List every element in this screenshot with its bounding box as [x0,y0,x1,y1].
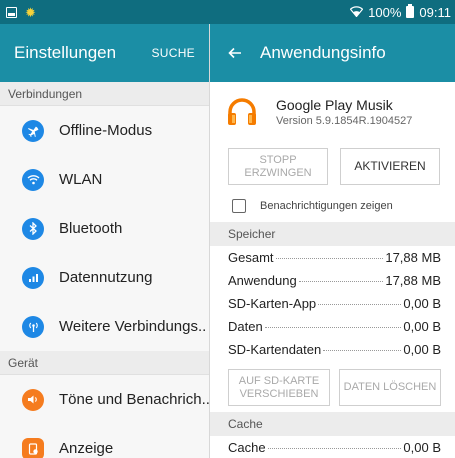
cache-value: 0,00 B [403,440,441,455]
settings-header: Einstellungen SUCHE [0,24,209,82]
menu-item-bluetooth[interactable]: Bluetooth [0,204,209,253]
storage-label: SD-Kartendaten [228,342,322,357]
clear-data-button[interactable]: DATEN LÖSCHEN [339,369,441,406]
storage-row-sd-app: SD-Karten-App 0,00 B [210,296,455,319]
menu-label: Anzeige [59,440,114,457]
storage-label: SD-Karten-App [228,296,317,311]
menu-item-display[interactable]: Anzeige [0,424,209,458]
status-bar: ✹ 100% 09:11 [0,0,455,24]
menu-label: Töne und Benachrich.. [59,391,210,408]
activate-label: AKTIVIEREN [354,159,426,173]
bluetooth-icon [22,217,44,240]
storage-label: Daten [228,319,263,334]
app-summary: Google Play Musik Version 5.9.1854R.1904… [210,82,455,148]
clock: 09:11 [419,4,451,20]
section-header-storage: Speicher [210,222,455,246]
airplane-icon [22,119,44,142]
search-button[interactable]: SUCHE [151,46,195,60]
menu-label: Weitere Verbindungs.. [59,318,207,335]
display-icon [22,437,44,458]
data-usage-icon [22,266,44,289]
leader-dots [323,350,402,351]
sound-icon [22,388,44,411]
menu-item-offline-mode[interactable]: Offline-Modus [0,106,209,155]
menu-item-wlan[interactable]: WLAN [0,155,209,204]
back-arrow-icon[interactable] [228,43,242,64]
cache-list: Cache 0,00 B [210,436,455,458]
app-name: Google Play Musik [276,97,393,113]
menu-label: Datennutzung [59,269,153,286]
storage-label: Anwendung [228,273,297,288]
storage-label: Gesamt [228,250,274,265]
headphones-icon [226,96,258,128]
clear-data-label: DATEN LÖSCHEN [343,381,437,393]
battery-percent: 100% [368,4,402,20]
notifications-toggle[interactable]: Benachrichtigungen zeigen [210,189,455,222]
force-stop-button[interactable]: STOPP ERZWINGEN [228,148,328,185]
settings-title: Einstellungen [14,43,117,62]
move-to-sd-button[interactable]: AUF SD-KARTE VERSCHIEBEN [228,369,330,406]
gallery-icon [6,6,17,18]
storage-value: 17,88 MB [385,273,441,288]
more-connections-icon [22,315,44,338]
storage-row-total: Gesamt 17,88 MB [210,250,455,273]
force-stop-label: STOPP ERZWINGEN [244,153,312,179]
leader-dots [298,281,384,282]
wifi-icon [22,168,44,191]
app-info-title: Anwendungsinfo [260,43,386,62]
storage-value: 0,00 B [403,342,441,357]
move-to-sd-label: AUF SD-KARTE VERSCHIEBEN [238,374,320,400]
notifications-checkbox[interactable] [232,198,246,213]
notifications-label: Benachrichtigungen zeigen [260,199,393,212]
menu-label: Bluetooth [59,220,123,237]
section-header-cache: Cache [210,412,455,436]
cache-label: Cache [228,440,266,455]
storage-row-sd-data: SD-Kartendaten 0,00 B [210,342,455,365]
storage-list: Gesamt 17,88 MB Anwendung 17,88 MB SD-Ka… [210,246,455,365]
app-info-header: Anwendungsinfo [210,24,455,82]
section-header-device: Gerät [0,351,209,375]
menu-item-sounds[interactable]: Töne und Benachrich.. [0,375,210,424]
menu-item-more-connections[interactable]: Weitere Verbindungs.. [0,302,209,351]
leader-dots [267,448,402,449]
storage-row-data: Daten 0,00 B [210,319,455,342]
cache-row: Cache 0,00 B [210,440,455,458]
storage-action-buttons: AUF SD-KARTE VERSCHIEBEN DATEN LÖSCHEN [210,369,455,406]
battery-icon [406,4,415,18]
storage-row-app: Anwendung 17,88 MB [210,273,455,296]
leader-dots [275,258,384,259]
activate-button[interactable]: AKTIVIEREN [340,148,440,185]
menu-item-data-usage[interactable]: Datennutzung [0,253,209,302]
app-info-panel: Anwendungsinfo Google Play Musik Version… [210,24,455,458]
storage-value: 0,00 B [403,296,441,311]
menu-label: Offline-Modus [59,122,153,139]
leader-dots [318,304,402,305]
menu-label: WLAN [59,171,103,188]
settings-panel: Einstellungen SUCHE Verbindungen Offline… [0,24,210,458]
app-action-buttons: STOPP ERZWINGEN AKTIVIEREN [210,148,455,185]
app-version: Version 5.9.1854R.1904527 [276,115,413,127]
leader-dots [264,327,402,328]
brightness-icon: ✹ [25,4,36,20]
storage-value: 0,00 B [403,319,441,334]
section-header-connections: Verbindungen [0,82,209,106]
wifi-icon [349,5,364,19]
storage-value: 17,88 MB [385,250,441,265]
